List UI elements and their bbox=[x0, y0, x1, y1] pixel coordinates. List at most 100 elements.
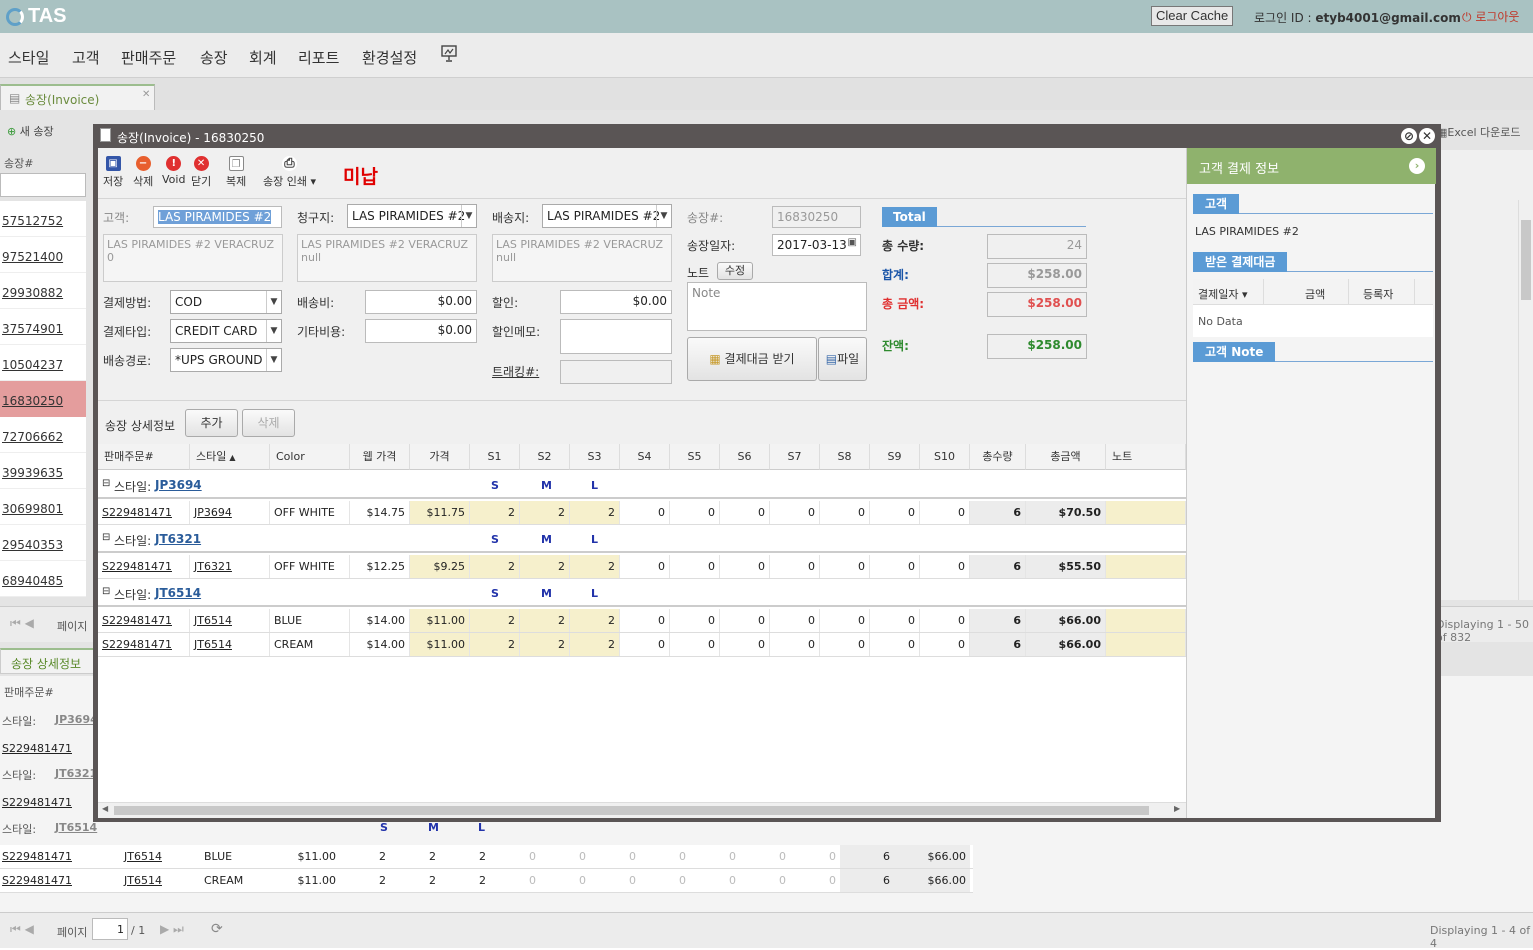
menu-invoice[interactable]: 송장 bbox=[200, 47, 228, 68]
invoice-list-item[interactable]: 72706662 bbox=[0, 417, 86, 453]
menu-accounting[interactable]: 회계 bbox=[249, 47, 277, 68]
cell-style[interactable]: JT6514 bbox=[190, 609, 270, 632]
list-filter-input[interactable] bbox=[0, 173, 86, 197]
cell-order[interactable]: S229481471 bbox=[98, 633, 190, 656]
invoice-list-link[interactable]: 68940485 bbox=[2, 574, 63, 588]
grid-col-header[interactable]: S7 bbox=[770, 444, 820, 470]
bg-style-cell[interactable]: JT6514 bbox=[124, 850, 162, 863]
delete-button[interactable]: − 삭제 bbox=[133, 156, 153, 189]
cell-size-qty[interactable]: 2 bbox=[520, 609, 570, 632]
style-group-row[interactable]: ⊟ 스타일: JT6321 S M L bbox=[98, 525, 1186, 553]
invoice-list-item[interactable]: 16830250 bbox=[0, 381, 86, 417]
invoice-list-link[interactable]: 10504237 bbox=[2, 358, 63, 372]
first-page-icon[interactable]: ⏮ ◀ bbox=[10, 616, 34, 631]
grid-hscrollbar-thumb[interactable] bbox=[114, 806, 1149, 815]
grid-col-header[interactable]: 노트 bbox=[1106, 444, 1186, 470]
bg-style-cell[interactable]: JT6514 bbox=[124, 874, 162, 887]
void-button[interactable]: ! Void bbox=[162, 156, 185, 186]
receive-payment-button[interactable]: ▦ 결제대금 받기 bbox=[687, 337, 817, 381]
tab-close-icon[interactable]: ✕ bbox=[142, 89, 150, 100]
invoice-date-field[interactable]: 2017-03-13 ▣ bbox=[772, 234, 861, 256]
cell-size-qty[interactable]: 0 bbox=[820, 501, 870, 524]
table-row[interactable]: S229481471 JP3694 OFF WHITE $14.75 $11.75 2 2 2… bbox=[98, 501, 1186, 525]
menu-style[interactable]: 스타일 bbox=[8, 47, 49, 68]
grid-col-header[interactable]: 스타일 ▲ bbox=[190, 444, 270, 470]
note-edit-button[interactable]: 수정 bbox=[717, 262, 753, 280]
style-group-link[interactable]: JT6321 bbox=[155, 532, 201, 546]
cell-size-qty[interactable]: 0 bbox=[720, 555, 770, 578]
expand-icon[interactable]: ⊟ bbox=[102, 478, 110, 489]
invoice-list-link[interactable]: 72706662 bbox=[2, 430, 63, 444]
invoice-list-link[interactable]: 29930882 bbox=[2, 286, 63, 300]
cell-size-qty[interactable]: 0 bbox=[920, 555, 970, 578]
billto-select[interactable]: LAS PIRAMIDES #2 ▼ bbox=[347, 204, 477, 228]
cell-size-qty[interactable]: 2 bbox=[520, 555, 570, 578]
bg-style-link[interactable]: JT6514 bbox=[55, 821, 97, 834]
bg-scrollbar[interactable] bbox=[1518, 200, 1533, 600]
cell-size-qty[interactable]: 2 bbox=[570, 555, 620, 578]
logout-button[interactable]: ⏻ 로그아웃 bbox=[1462, 8, 1519, 25]
cell-size-qty[interactable]: 2 bbox=[470, 633, 520, 656]
cell-size-qty[interactable]: 0 bbox=[920, 501, 970, 524]
new-invoice-button[interactable]: ⊕ 새 송장 bbox=[7, 123, 54, 139]
cell-style[interactable]: JP3694 bbox=[190, 501, 270, 524]
invoice-list-link[interactable]: 37574901 bbox=[2, 322, 63, 336]
detail-first-page-icon[interactable]: ⏮ ◀ bbox=[10, 922, 34, 937]
grid-col-header[interactable]: 웹 가격 bbox=[350, 444, 410, 470]
discount-input[interactable]: $0.00 bbox=[560, 290, 672, 314]
menu-sales-order[interactable]: 판매주문 bbox=[121, 47, 176, 68]
invoice-list-link[interactable]: 97521400 bbox=[2, 250, 63, 264]
col-payment-date[interactable]: 결제일자 ▾ bbox=[1198, 286, 1248, 302]
grid-col-header[interactable]: S8 bbox=[820, 444, 870, 470]
shipping-fee-input[interactable]: $0.00 bbox=[365, 290, 477, 314]
cell-size-qty[interactable]: 0 bbox=[620, 555, 670, 578]
cell-size-qty[interactable]: 2 bbox=[520, 501, 570, 524]
file-button[interactable]: ▤파일 bbox=[818, 337, 867, 381]
expand-icon[interactable]: ⊟ bbox=[102, 532, 110, 543]
grid-col-header[interactable]: S1 bbox=[470, 444, 520, 470]
grid-col-header[interactable]: 판매주문# bbox=[98, 444, 190, 470]
note-textarea[interactable]: Note bbox=[687, 282, 867, 331]
invoice-list-link[interactable]: 29540353 bbox=[2, 538, 63, 552]
cell-size-qty[interactable]: 2 bbox=[470, 501, 520, 524]
cell-size-qty[interactable]: 0 bbox=[920, 633, 970, 656]
invoice-list-item[interactable]: 97521400 bbox=[0, 237, 86, 273]
cell-size-qty[interactable]: 2 bbox=[570, 633, 620, 656]
cell-style[interactable]: JT6514 bbox=[190, 633, 270, 656]
invoice-list-item[interactable]: 39939635 bbox=[0, 453, 86, 489]
invoice-list-item[interactable]: 37574901 bbox=[0, 309, 86, 345]
bg-style-link[interactable]: JT6321 bbox=[55, 767, 97, 780]
invoice-list-link[interactable]: 57512752 bbox=[2, 214, 63, 228]
table-row[interactable]: S229481471 JT6321 OFF WHITE $12.25 $9.25 2 2 2 0… bbox=[98, 555, 1186, 579]
cell-order[interactable]: S229481471 bbox=[98, 609, 190, 632]
bg-order-link[interactable]: S229481471 bbox=[2, 850, 72, 863]
grid-col-header[interactable]: S5 bbox=[670, 444, 720, 470]
bg-scrollbar-thumb[interactable] bbox=[1521, 220, 1531, 300]
grid-col-header[interactable]: S6 bbox=[720, 444, 770, 470]
payment-type-select[interactable]: CREDIT CARD ▼ bbox=[170, 319, 282, 343]
invoice-list-link[interactable]: 30699801 bbox=[2, 502, 63, 516]
cell-size-qty[interactable]: 0 bbox=[770, 501, 820, 524]
cell-size-qty[interactable]: 0 bbox=[620, 609, 670, 632]
table-row[interactable]: S229481471 JT6514 CREAM $14.00 $11.00 2 2 2 0 0 0 0… bbox=[98, 633, 1186, 657]
cell-note[interactable] bbox=[1106, 555, 1186, 578]
cell-size-qty[interactable]: 0 bbox=[720, 633, 770, 656]
cell-size-qty[interactable]: 0 bbox=[670, 609, 720, 632]
cell-size-qty[interactable]: 0 bbox=[770, 609, 820, 632]
refresh-icon[interactable]: ⟳ bbox=[211, 921, 223, 937]
style-group-row[interactable]: ⊟ 스타일: JP3694 S M L bbox=[98, 471, 1186, 499]
delete-row-button[interactable]: 삭제 bbox=[242, 409, 295, 437]
bg-style-link[interactable]: JP3694 bbox=[55, 713, 98, 726]
cell-note[interactable] bbox=[1106, 609, 1186, 632]
style-group-link[interactable]: JT6514 bbox=[155, 586, 201, 600]
shipto-select[interactable]: LAS PIRAMIDES #2 ▼ bbox=[542, 204, 672, 228]
scroll-left-icon[interactable]: ◀ bbox=[102, 804, 108, 813]
cell-size-qty[interactable]: 0 bbox=[820, 555, 870, 578]
cell-note[interactable] bbox=[1106, 633, 1186, 656]
invoice-list-item[interactable]: 68940485 bbox=[0, 561, 86, 597]
grid-col-header[interactable]: Color bbox=[270, 444, 350, 470]
invoice-list-link[interactable]: 39939635 bbox=[2, 466, 63, 480]
cell-size-qty[interactable]: 0 bbox=[720, 609, 770, 632]
table-row[interactable]: S229481471 JT6514 BLUE $14.00 $11.00 2 2 2 0 0 0 0 0… bbox=[98, 609, 1186, 633]
collapse-arrow-icon[interactable]: › bbox=[1409, 158, 1425, 174]
